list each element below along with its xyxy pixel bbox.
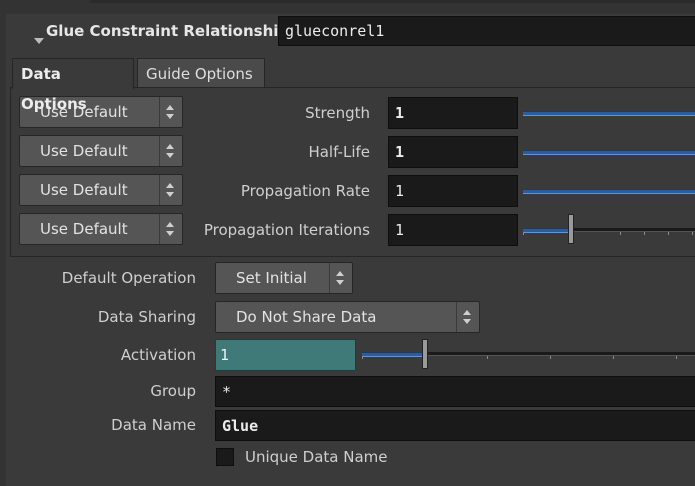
- propagation-iterations-slider[interactable]: [523, 226, 695, 238]
- default-operation-label: Default Operation: [61, 269, 196, 287]
- slider-tick: [668, 232, 669, 235]
- slider-tick: [620, 232, 621, 235]
- slider-tick: [613, 356, 614, 359]
- menu-arrows-icon: [159, 97, 182, 127]
- node-name-field[interactable]: glueconrel1: [278, 16, 695, 46]
- propagation-rate-default-menu[interactable]: Use Default: [19, 174, 183, 206]
- menu-arrows-icon: [329, 263, 352, 293]
- menu-value: Set Initial: [236, 269, 307, 287]
- propagation-iterations-field[interactable]: 1: [388, 214, 518, 246]
- propagation-rate-label: Propagation Rate: [240, 182, 370, 200]
- menu-arrows-icon: [159, 214, 182, 244]
- slider-tick: [362, 356, 363, 359]
- propagation-iterations-label: Propagation Iterations: [203, 221, 370, 239]
- unique-data-name-label: Unique Data Name: [245, 448, 388, 466]
- half-life-default-menu[interactable]: Use Default: [19, 135, 183, 167]
- menu-value: Do Not Share Data: [236, 308, 377, 326]
- menu-value: Use Default: [40, 220, 128, 238]
- default-operation-menu[interactable]: Set Initial: [215, 262, 353, 294]
- half-life-slider[interactable]: [523, 150, 695, 155]
- slider-tick: [692, 232, 693, 235]
- tab-data-options[interactable]: Data Options: [12, 58, 134, 113]
- slider-track: [571, 228, 695, 232]
- strength-field[interactable]: 1: [388, 97, 518, 129]
- menu-value: Use Default: [40, 142, 128, 160]
- half-life-field[interactable]: 1: [388, 136, 518, 168]
- propagation-iterations-slider-handle[interactable]: [568, 214, 574, 244]
- left-edge: [0, 0, 6, 486]
- activation-field[interactable]: 1: [215, 339, 356, 371]
- propagation-iterations-default-menu[interactable]: Use Default: [19, 213, 183, 245]
- data-name-label: Data Name: [111, 416, 196, 434]
- slider-track: [424, 352, 695, 356]
- strength-label: Strength: [305, 104, 370, 122]
- tab-guide-options[interactable]: Guide Options: [137, 58, 265, 88]
- menu-arrows-icon: [456, 302, 479, 332]
- slider-fill: [362, 352, 424, 357]
- half-life-label: Half-Life: [308, 143, 370, 161]
- node-type-label: Glue Constraint Relationship: [46, 22, 290, 40]
- strength-slider[interactable]: [523, 111, 695, 116]
- group-field[interactable]: *: [215, 376, 695, 407]
- activation-slider[interactable]: [362, 350, 695, 362]
- activation-slider-handle[interactable]: [422, 339, 428, 369]
- slider-tick: [487, 356, 488, 359]
- slider-tick: [676, 356, 677, 359]
- data-name-field[interactable]: Glue: [215, 410, 695, 441]
- activation-label: Activation: [120, 346, 196, 364]
- slider-fill: [523, 228, 571, 233]
- menu-arrows-icon: [159, 175, 182, 205]
- menu-value: Use Default: [40, 181, 128, 199]
- slider-tick: [550, 356, 551, 359]
- unique-data-name-checkbox[interactable]: [216, 448, 234, 466]
- data-sharing-label: Data Sharing: [97, 308, 196, 326]
- collapse-arrow-icon[interactable]: [34, 38, 44, 44]
- propagation-rate-field[interactable]: 1: [388, 175, 518, 207]
- propagation-rate-slider[interactable]: [523, 189, 695, 194]
- menu-arrows-icon: [159, 136, 182, 166]
- slider-tick: [523, 232, 524, 235]
- top-divider: [90, 0, 695, 3]
- data-sharing-menu[interactable]: Do Not Share Data: [215, 301, 480, 333]
- slider-tick: [644, 232, 645, 235]
- group-label: Group: [150, 382, 196, 400]
